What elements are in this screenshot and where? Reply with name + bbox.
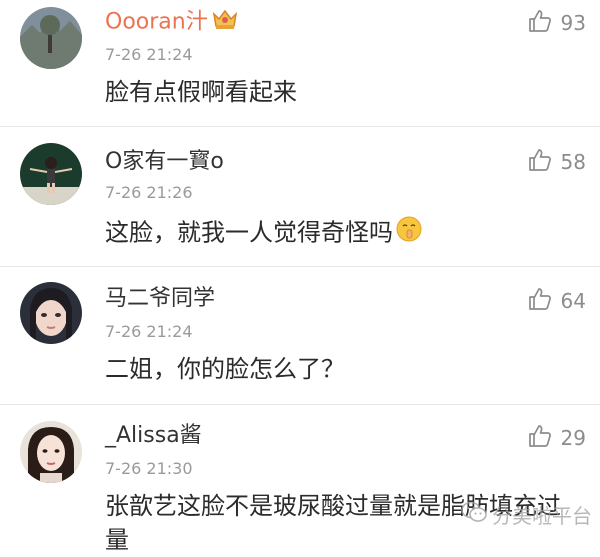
like-count: 29 <box>560 426 586 450</box>
comment-text: 二姐，你的脸怎么了？ <box>105 355 345 383</box>
username[interactable]: 马二爷同学 <box>105 286 215 312</box>
watermark-text: 分美啦平台 <box>492 504 592 528</box>
avatar[interactable] <box>20 143 82 205</box>
comment-text: 脸有点假啊看起来 <box>105 78 297 106</box>
comment-item: O家有一寳o 7-26 21:26 这脸，就我一人觉得奇怪吗 58 <box>0 127 600 267</box>
comment-time: 7-26 21:26 <box>105 183 193 202</box>
like-button[interactable]: 58 <box>527 147 586 177</box>
avatar[interactable] <box>20 7 82 69</box>
username[interactable]: _Alissa酱 <box>105 423 202 449</box>
thumbs-up-icon[interactable] <box>527 286 553 316</box>
thumbs-up-icon[interactable] <box>527 147 553 177</box>
shush-emoji-icon <box>395 215 423 252</box>
thumbs-up-icon[interactable] <box>527 423 553 453</box>
wechat-icon <box>460 500 488 529</box>
thumbs-up-icon[interactable] <box>527 8 553 38</box>
like-count: 58 <box>560 150 586 174</box>
crown-icon <box>212 8 238 37</box>
comment-time: 7-26 21:24 <box>105 322 193 341</box>
comment-text: 这脸，就我一人觉得奇怪吗 <box>105 215 582 252</box>
avatar[interactable] <box>20 421 82 483</box>
like-count: 93 <box>560 11 586 35</box>
username[interactable]: O家有一寳o <box>105 149 224 175</box>
comment-item: 马二爷同学 7-26 21:24 二姐，你的脸怎么了？ 64 <box>0 267 600 405</box>
avatar[interactable] <box>20 282 82 344</box>
username[interactable]: Oooran汁 <box>105 8 238 37</box>
watermark: 分美啦平台 <box>460 500 592 529</box>
comment-time: 7-26 21:30 <box>105 459 193 478</box>
comment-item: Oooran汁 7-26 21:24 脸有点假啊看起来 93 <box>0 0 600 127</box>
like-count: 64 <box>560 289 586 313</box>
like-button[interactable]: 93 <box>527 8 586 38</box>
comment-time: 7-26 21:24 <box>105 45 193 64</box>
like-button[interactable]: 29 <box>527 423 586 453</box>
like-button[interactable]: 64 <box>527 286 586 316</box>
